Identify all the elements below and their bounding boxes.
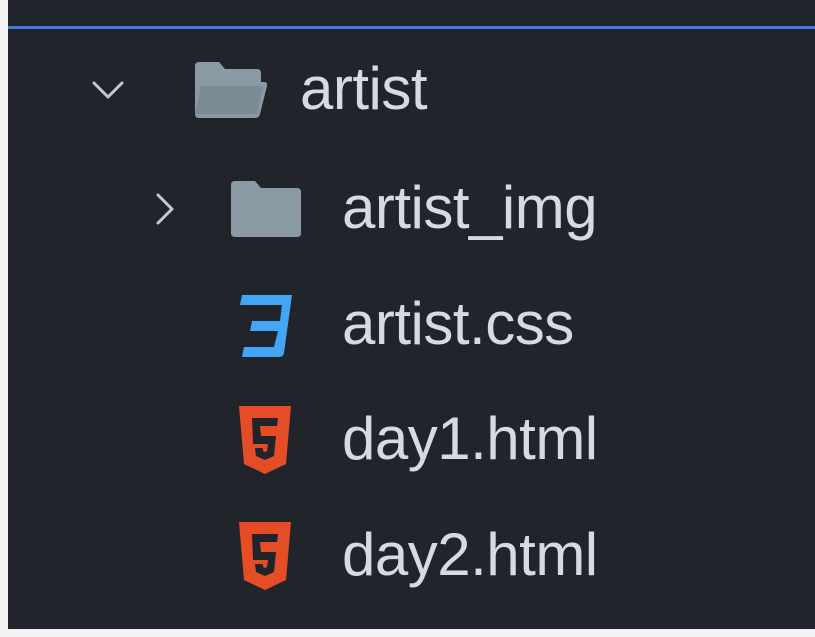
tree-item-label: artist_img [342,173,598,241]
folder-icon [231,181,301,237]
focus-indicator [8,26,815,29]
tree-item-label: artist.css [342,289,574,357]
file-tree: artist artist_img artist.css day1.html d… [8,30,815,614]
file-explorer: artist artist_img artist.css day1.html d… [8,0,815,629]
tree-item-label: day2.html [342,520,598,588]
html-file-icon [239,406,291,474]
chevron-down-icon[interactable] [88,70,128,110]
tree-item-day1-html[interactable]: day1.html [8,382,815,498]
tree-item-label: artist [300,54,428,122]
folder-open-icon [195,62,268,118]
css-file-icon [240,295,292,357]
chevron-right-icon[interactable] [145,189,185,229]
html-file-icon [239,522,291,590]
tree-item-artist-css[interactable]: artist.css [8,268,815,382]
tree-item-artist-folder[interactable]: artist [8,30,815,150]
tree-item-day2-html[interactable]: day2.html [8,498,815,614]
tree-item-artist-img-folder[interactable]: artist_img [8,150,815,268]
tree-item-label: day1.html [342,404,598,472]
